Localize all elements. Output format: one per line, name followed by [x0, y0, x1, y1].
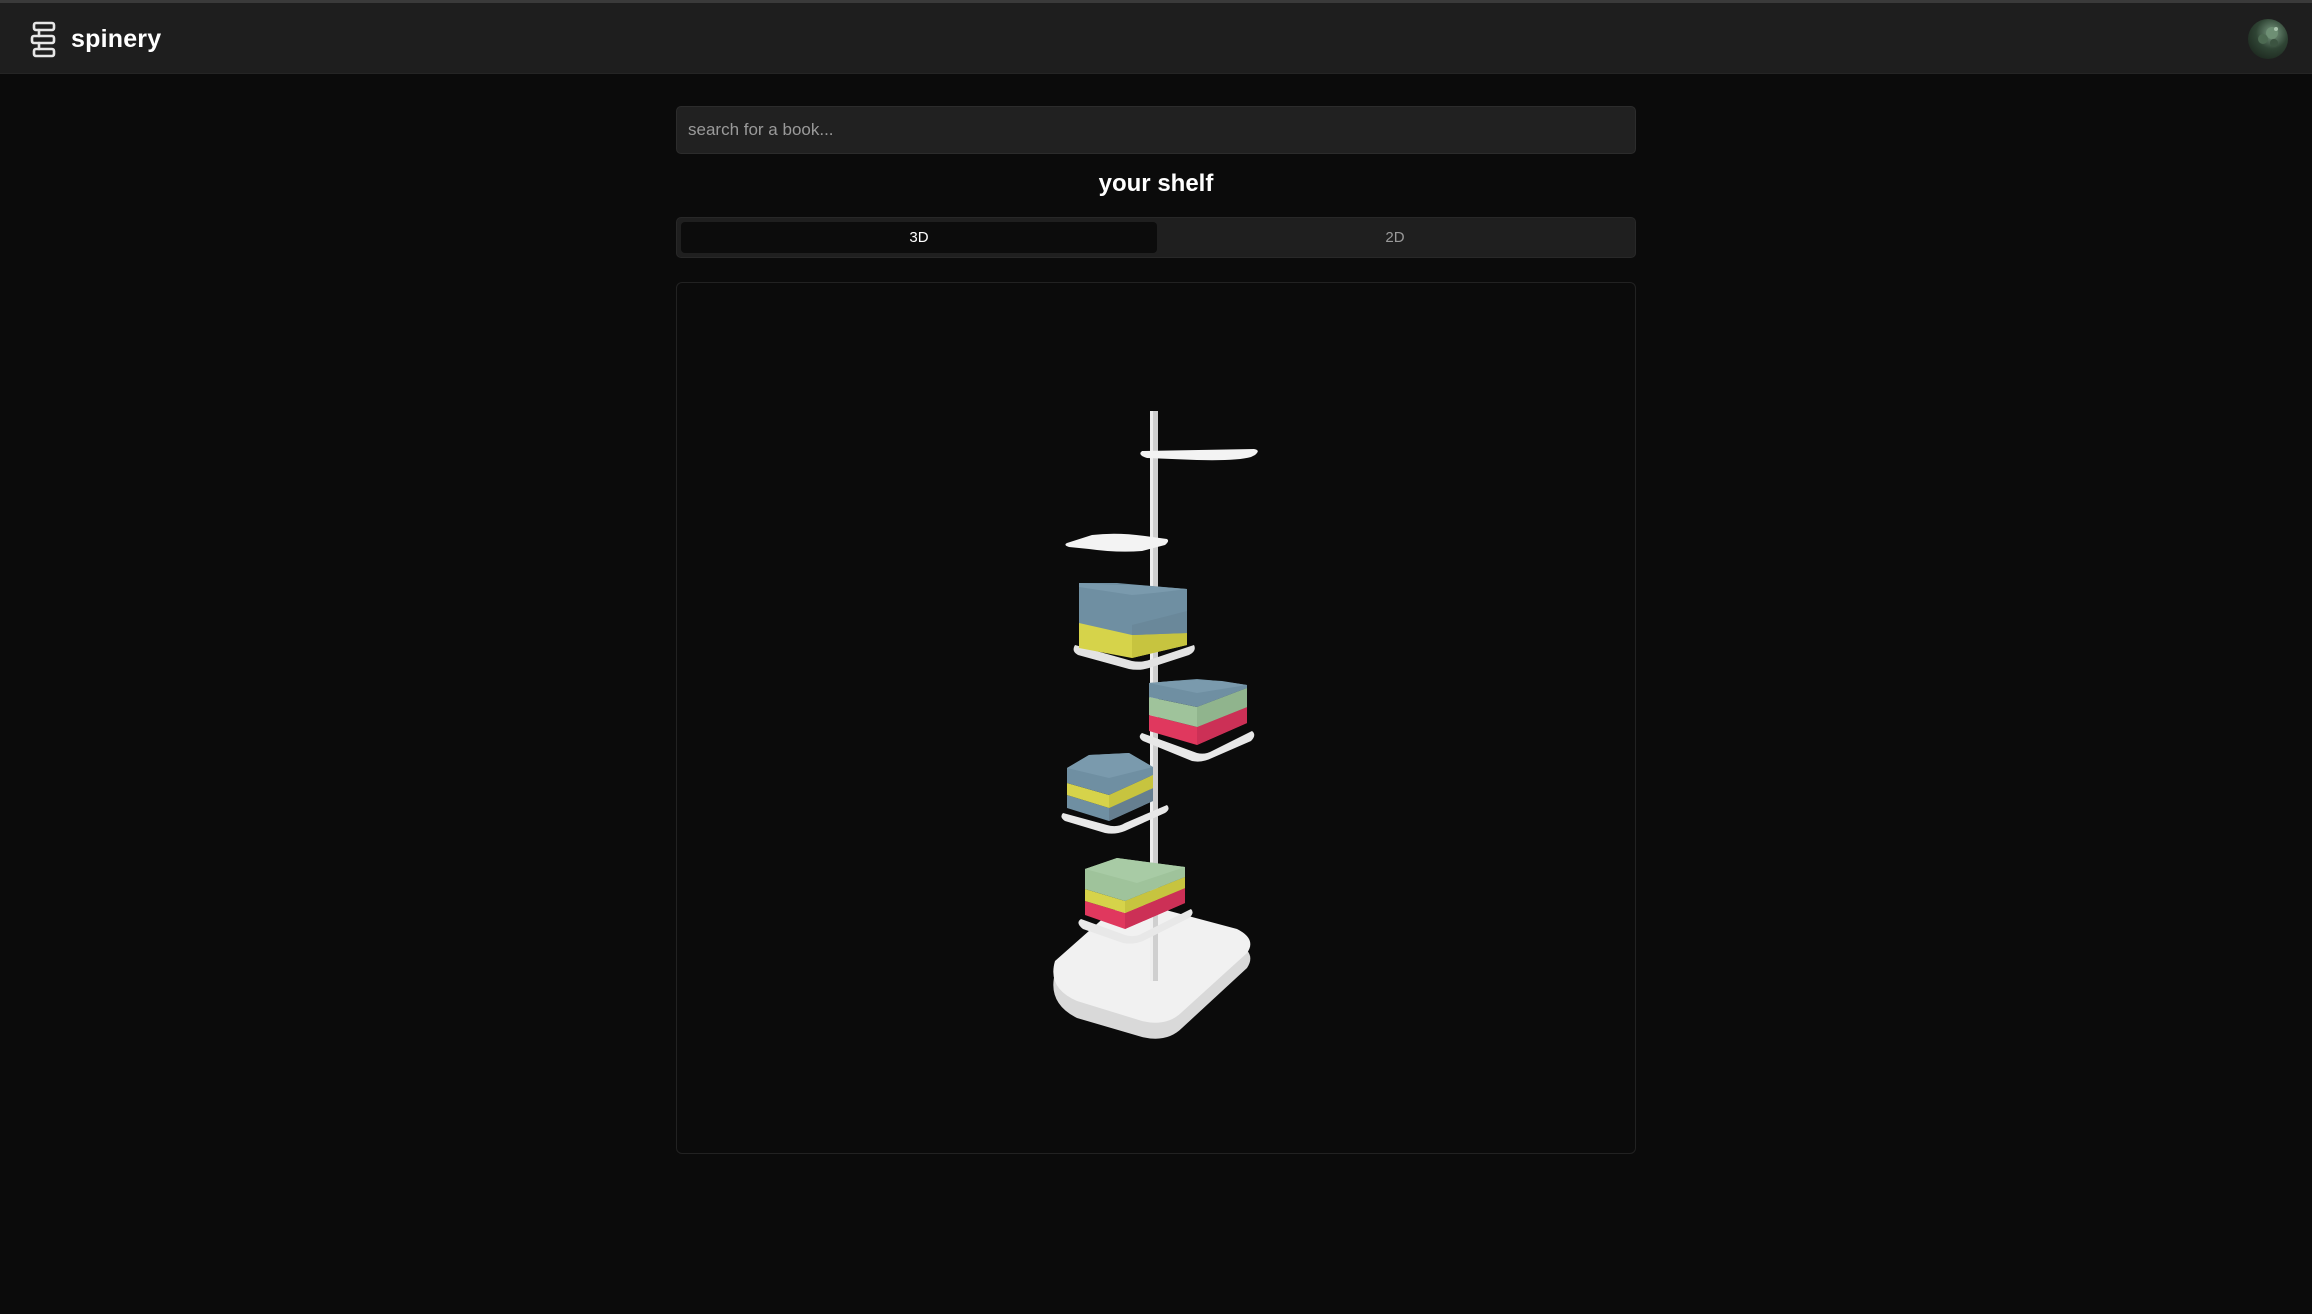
shelf-3d-viewport[interactable] — [676, 282, 1636, 1154]
avatar-image — [2258, 27, 2278, 47]
search-input[interactable] — [677, 107, 1635, 153]
user-avatar[interactable] — [2248, 19, 2288, 59]
shelf-3d-scene[interactable] — [677, 283, 1637, 1155]
tab-2d[interactable]: 2D — [1157, 222, 1633, 253]
book-stack-1[interactable] — [1073, 583, 1195, 670]
top-bar: spinery — [0, 0, 2312, 74]
shelf-title: your shelf — [1098, 170, 1214, 197]
books-stack-icon[interactable] — [30, 21, 58, 59]
app-title[interactable]: spinery — [71, 25, 161, 54]
search-bar — [676, 106, 1636, 154]
view-toggle: 3D 2D — [676, 217, 1636, 258]
tab-3d[interactable]: 3D — [681, 222, 1157, 253]
